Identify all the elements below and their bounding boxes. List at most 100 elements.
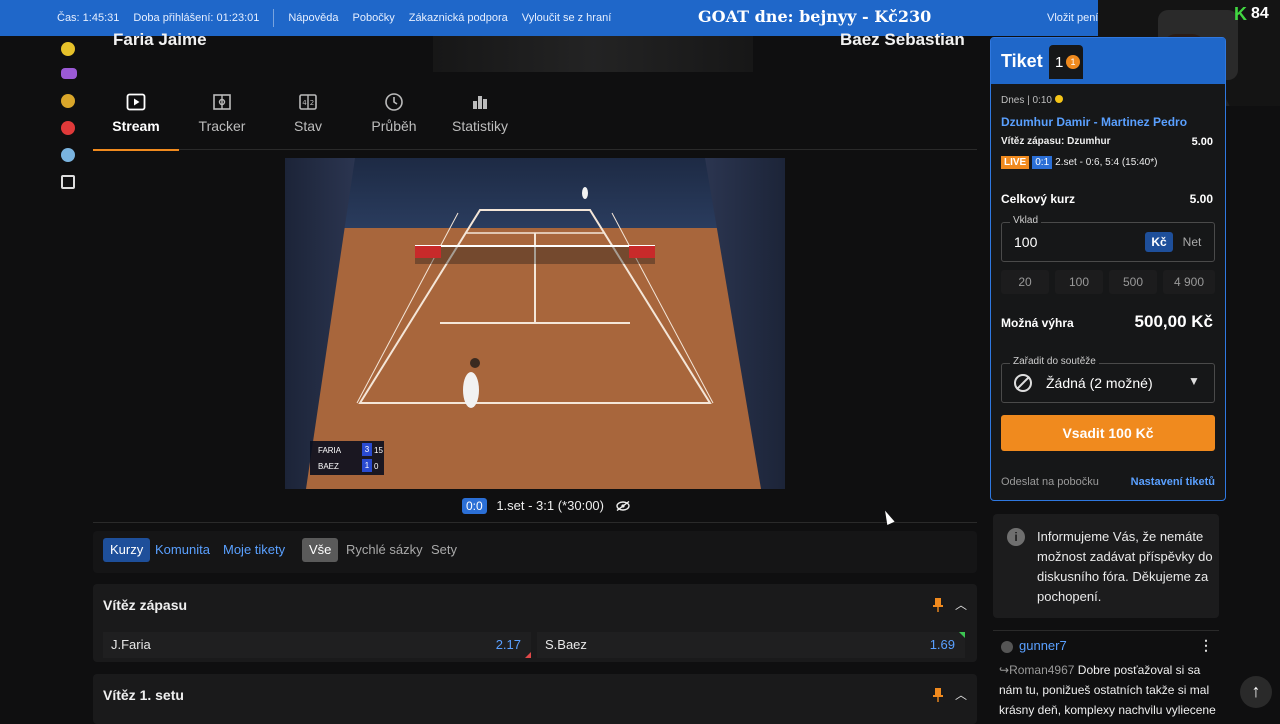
collapse-chevron-icon[interactable]: ︿ xyxy=(955,596,967,613)
clock-icon xyxy=(385,93,403,111)
currency-kc-toggle[interactable]: Kč xyxy=(1145,232,1173,252)
video-scoreboard: FARIA 3 15 BAEZ 1 0 xyxy=(310,441,384,475)
pin-icon[interactable] xyxy=(933,598,943,612)
send-to-branch-link[interactable]: Odeslat na pobočku xyxy=(1001,476,1099,488)
odd-value: 2.17 xyxy=(495,637,521,652)
filter-rychle-sazky[interactable]: Rychlé sázky xyxy=(339,538,430,562)
kick-logo-icon: K xyxy=(1234,4,1247,24)
tennis-ball-icon[interactable] xyxy=(61,42,75,56)
ticket-settings-link[interactable]: Nastavení tiketů xyxy=(1131,476,1215,488)
quick-stake-button[interactable]: 100 xyxy=(1055,270,1103,294)
info-text: Informujeme Vás, že nemáte možnost zadáv… xyxy=(1037,529,1213,604)
scoreboard-games: 3 xyxy=(362,443,372,456)
filter-moje-tikety[interactable]: Moje tikety xyxy=(216,538,292,562)
possible-win-value: 500,00 Kč xyxy=(1134,312,1213,331)
tab-stream[interactable]: Stream xyxy=(93,86,179,151)
tab-tracker-label: Tracker xyxy=(198,118,246,134)
forum-comment: gunner7 ⋮ ↪Roman4967 Dobre posťažoval si… xyxy=(993,630,1219,720)
live-badge: LIVE xyxy=(1001,156,1030,169)
quick-stake-button[interactable]: 500 xyxy=(1109,270,1157,294)
bet-time: Dnes | 0:10 xyxy=(1001,95,1063,106)
comment-reply-to[interactable]: Roman4967 xyxy=(1009,663,1074,677)
more-options-icon[interactable]: ⋮ xyxy=(1199,637,1213,654)
tab-tracker[interactable]: Tracker xyxy=(179,86,265,150)
branches-link[interactable]: Pobočky xyxy=(353,12,395,24)
scoreboard-icon: 42 xyxy=(299,94,317,110)
bet-time-text: Dnes | 0:10 xyxy=(1001,95,1052,106)
competition-select[interactable]: Zařadit do soutěže Žádná (2 možné) ▼ xyxy=(1001,356,1215,403)
viewer-count: 84 xyxy=(1251,5,1269,22)
odd-button[interactable]: J.Faria 2.17 xyxy=(103,632,531,658)
bet-selection-odd: 5.00 xyxy=(1191,136,1213,148)
deposit-link[interactable]: Vložit peníz xyxy=(1047,12,1104,24)
player-1-name: Faria Jaime xyxy=(113,30,207,49)
bet-slip-badge: 1 xyxy=(1066,55,1080,69)
comment-divider xyxy=(993,630,1219,631)
odd-selection: J.Faria xyxy=(111,637,151,652)
filter-komunita[interactable]: Komunita xyxy=(148,538,217,562)
comment-username[interactable]: gunner7 xyxy=(1019,638,1067,653)
bet-slip-count: 1 xyxy=(1055,54,1064,71)
stake-value[interactable]: 100 xyxy=(1014,234,1037,250)
collapse-chevron-icon[interactable]: ︿ xyxy=(955,686,967,703)
stake-field[interactable]: Vklad 100 Kč Net xyxy=(1001,215,1215,262)
comment-text: ↪Roman4967 Dobre posťažoval si sa nám tu… xyxy=(999,660,1217,720)
currency-net-toggle[interactable]: Net xyxy=(1178,232,1206,252)
video-player[interactable]: FARIA 3 15 BAEZ 1 0 xyxy=(285,158,785,489)
tab-prubeh[interactable]: Průběh xyxy=(351,86,437,150)
market-match-winner: Vítěz zápasu ︿ J.Faria 2.17 S.Baez 1.69 xyxy=(93,584,977,662)
odd-selection: S.Baez xyxy=(545,637,587,652)
bet-slip-header: Tiket 1 1 xyxy=(991,38,1225,84)
forum-info-notice: i Informujeme Vás, že nemáte možnost zad… xyxy=(993,514,1219,618)
odd-button[interactable]: S.Baez 1.69 xyxy=(537,632,965,658)
tab-statistiky[interactable]: Statistiky xyxy=(437,86,523,150)
quick-stake-button[interactable]: 20 xyxy=(1001,270,1049,294)
login-duration: Doba přihlášení: 01:23:01 xyxy=(133,12,260,24)
tab-prubeh-label: Průběh xyxy=(371,118,417,134)
bet-slip-title: Tiket xyxy=(1001,51,1043,71)
filter-vse[interactable]: Vše xyxy=(302,538,339,562)
quick-stake-button[interactable]: 4 900 xyxy=(1163,270,1215,294)
filter-kurzy[interactable]: Kurzy xyxy=(103,538,151,562)
gamepad-icon[interactable] xyxy=(61,68,77,79)
play-icon xyxy=(126,93,146,111)
filter-bar: Kurzy Komunita Moje tikety Vše Rychlé sá… xyxy=(93,531,977,573)
volleyball-icon[interactable] xyxy=(61,148,75,162)
header-background xyxy=(433,36,753,72)
bar-chart-icon xyxy=(473,96,487,109)
scroll-to-top-button[interactable]: ↑ xyxy=(1240,676,1272,708)
basketball-icon[interactable] xyxy=(61,94,75,108)
tab-stav-label: Stav xyxy=(293,118,322,134)
table-tennis-icon[interactable] xyxy=(61,121,75,135)
bet-slip: Tiket 1 1 Dnes | 0:10 Dzumhur Damir - Ma… xyxy=(990,37,1226,501)
odds-row: J.Faria 2.17 S.Baez 1.69 xyxy=(103,632,969,658)
goat-banner: GOAT dne: bejnyy - Kč230 xyxy=(698,7,932,26)
support-link[interactable]: Zákaznická podpora xyxy=(409,12,508,24)
filter-sety[interactable]: Sety xyxy=(424,538,464,562)
odd-value: 1.69 xyxy=(929,637,955,652)
pin-icon[interactable] xyxy=(933,688,943,702)
bet-slip-tab[interactable]: 1 1 xyxy=(1049,45,1083,79)
scoreboard-games: 1 xyxy=(362,459,372,472)
self-exclusion-link[interactable]: Vyloučit se z hraní xyxy=(522,12,611,24)
stake-label: Vklad xyxy=(1010,215,1042,226)
live-score-chip: 0:0 xyxy=(462,498,487,514)
odds-up-icon xyxy=(959,632,965,638)
coin-icon xyxy=(1054,95,1063,103)
market-title: Vítěz zápasu xyxy=(103,597,188,613)
competition-value: Žádná (2 možné) xyxy=(1046,375,1153,391)
hide-eye-icon[interactable] xyxy=(615,501,630,511)
place-bet-button[interactable]: Vsadit 100 Kč xyxy=(1001,415,1215,451)
market-first-set-winner: Vítěz 1. setu ︿ xyxy=(93,674,977,724)
bet-match[interactable]: Dzumhur Damir - Martinez Pedro xyxy=(1001,115,1187,129)
scoreboard-player: FARIA xyxy=(318,446,342,455)
tab-stav[interactable]: 42 Stav xyxy=(265,86,351,150)
tab-stream-label: Stream xyxy=(112,118,160,134)
help-link[interactable]: Nápověda xyxy=(288,12,338,24)
odds-down-icon xyxy=(525,652,531,658)
player-2-name: Baez Sebastian xyxy=(840,30,965,49)
scoreboard-row: BAEZ 1 0 xyxy=(314,459,384,473)
info-icon: i xyxy=(1007,528,1025,546)
tracker-icon xyxy=(213,94,231,110)
calendar-icon[interactable] xyxy=(61,175,75,189)
